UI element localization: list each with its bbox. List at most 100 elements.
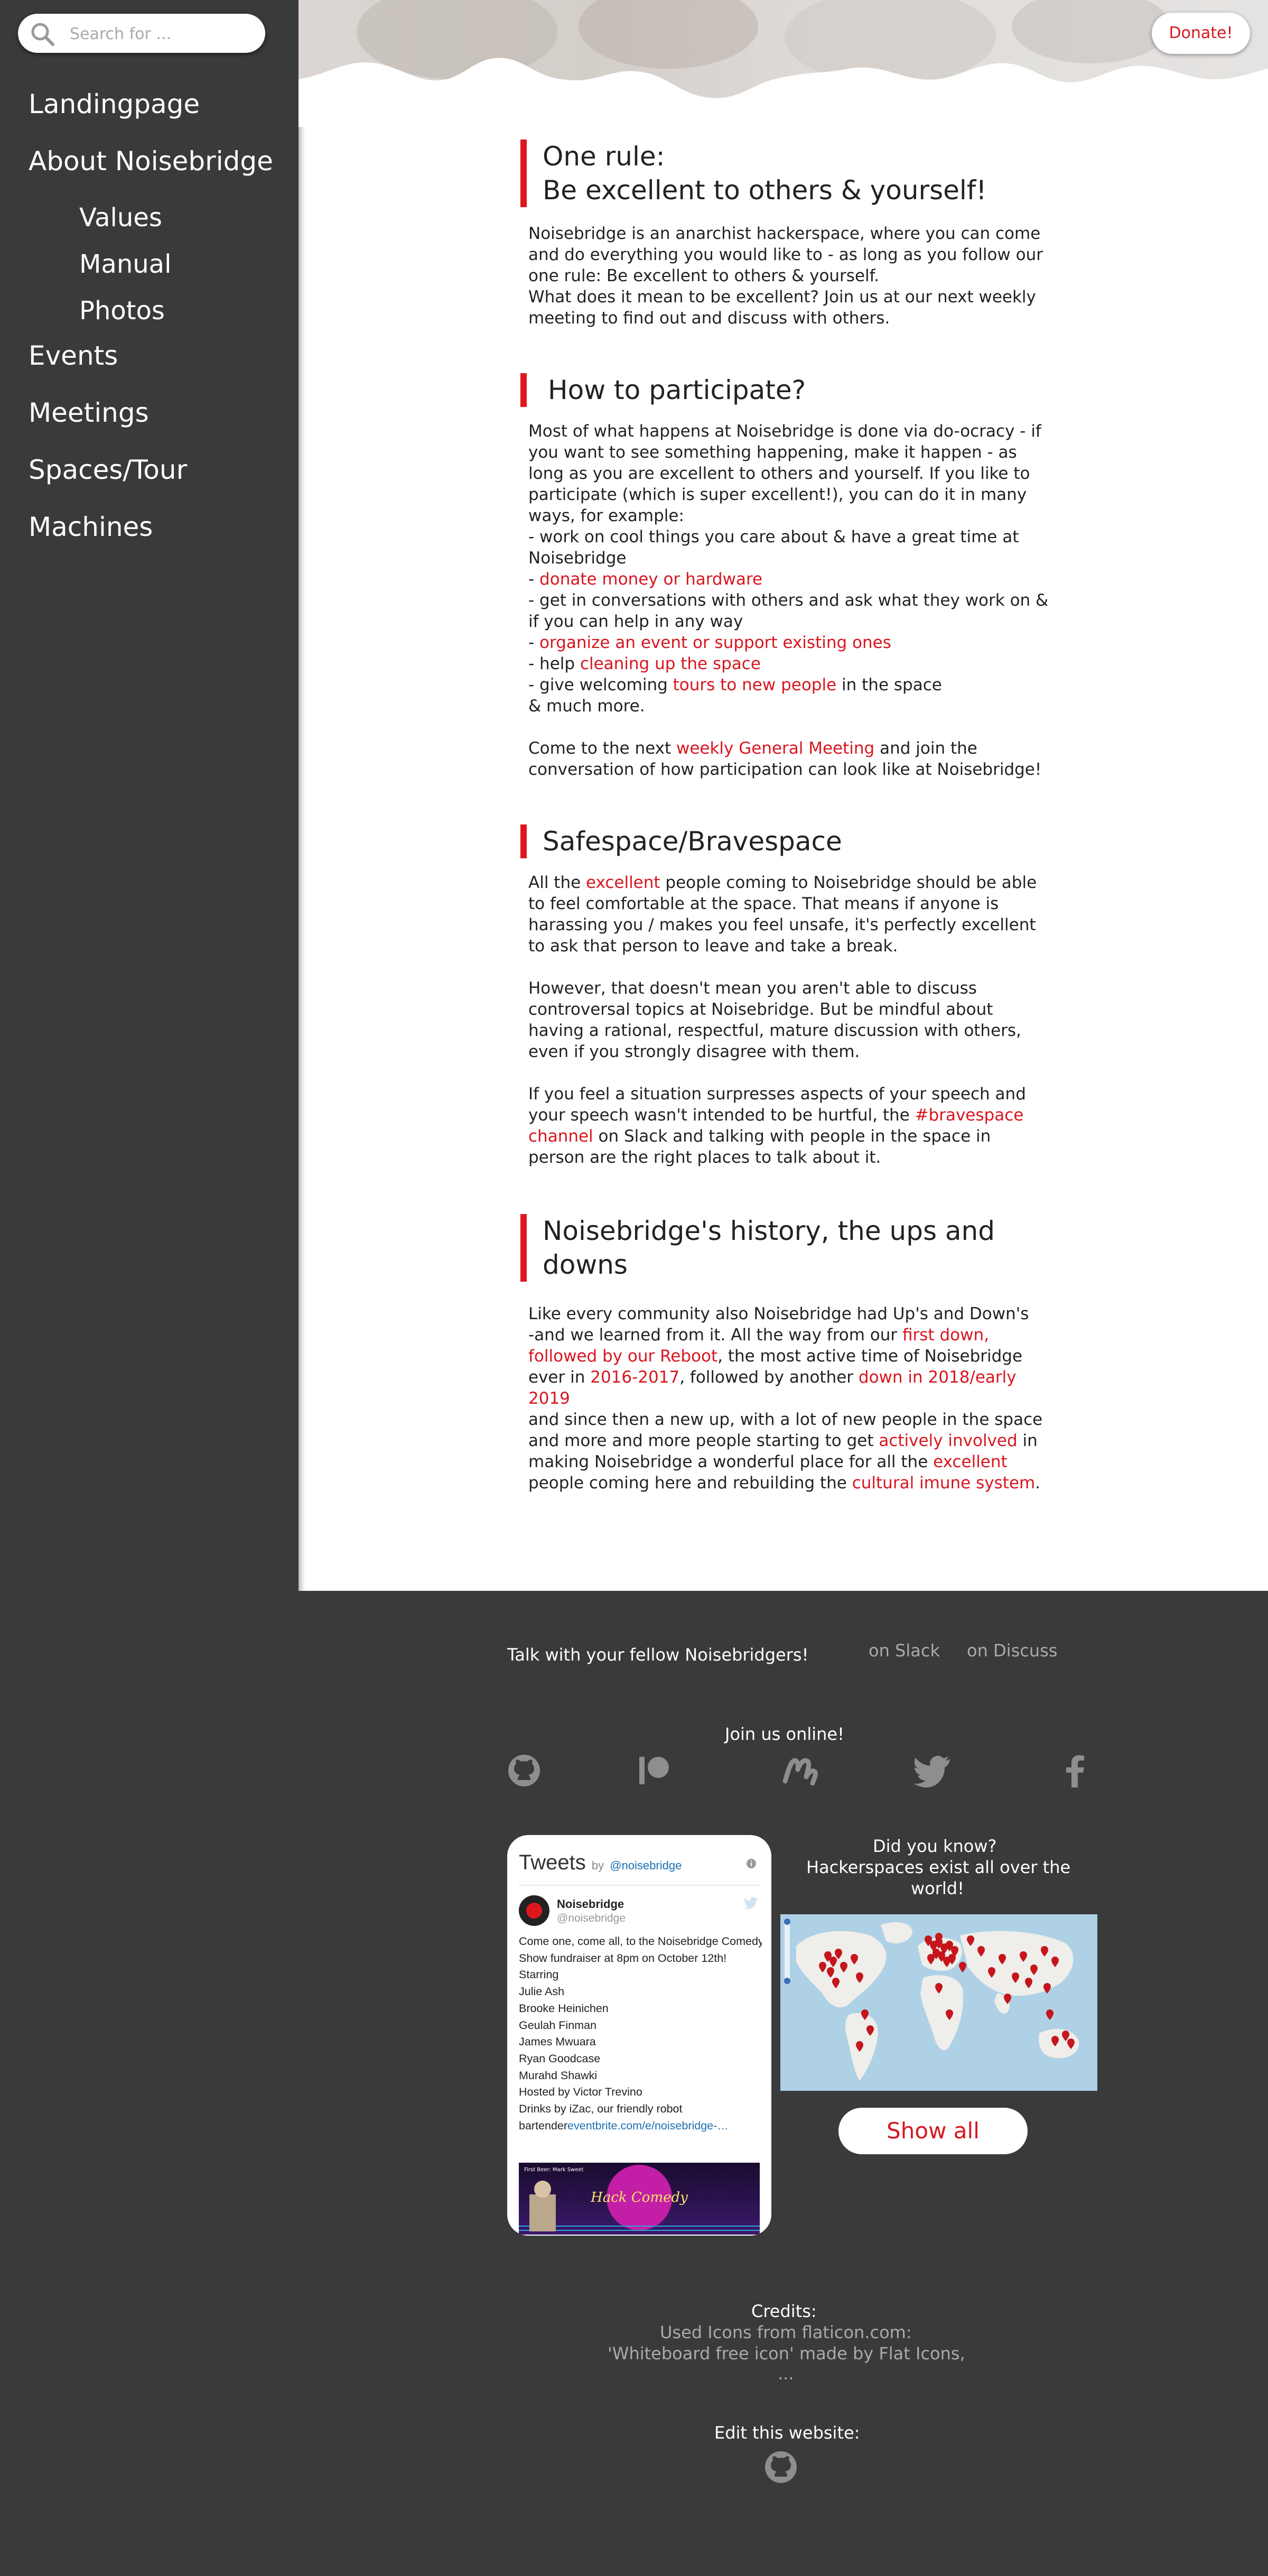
text: - help: [528, 654, 580, 673]
twitter-timeline-widget[interactable]: Tweets by @noisebridge Noisebridge @nois…: [507, 1835, 771, 2236]
did-you-know-line: Hackerspaces exist all over the: [806, 1857, 1071, 1877]
join-label: Join us online!: [725, 1724, 844, 1744]
tweet-image-small-text: First Beer: Mark Sweet: [524, 2167, 584, 2173]
text-line: & much more.: [528, 697, 645, 716]
text-line: If you feel a situation surpresses aspec…: [528, 1085, 1026, 1104]
github-icon[interactable]: [507, 1754, 541, 1787]
text-line: Noisebridge: [528, 549, 627, 568]
discuss-link[interactable]: on Discuss: [967, 1641, 1057, 1661]
text-line: - organize an event or support existing …: [528, 632, 1051, 653]
excellent-link[interactable]: excellent: [933, 1452, 1008, 1471]
tours-link[interactable]: tours to new people: [673, 675, 837, 694]
text: people coming to Noisebridge should be a…: [660, 873, 1037, 892]
cleaning-link[interactable]: cleaning up the space: [580, 654, 761, 673]
search-box[interactable]: [18, 14, 265, 53]
tweet-line: Ryan Goodcase: [519, 2052, 601, 2065]
tweet-line: Brooke Heinichen: [519, 2002, 609, 2015]
tweets-handle-link[interactable]: @noisebridge: [610, 1859, 682, 1872]
tweet-line: Drinks by iZac, our friendly robot: [519, 2102, 683, 2116]
sidebar-item-events[interactable]: Events: [29, 340, 118, 371]
tweet-line: bartendereventbrite.com/e/noisebridge-…: [519, 2118, 762, 2135]
text: , followed by another: [679, 1368, 859, 1387]
sidebar-item-landingpage[interactable]: Landingpage: [29, 89, 200, 119]
text-line: one rule: Be excellent to others & yours…: [528, 266, 880, 285]
twitter-bird-icon: [744, 1897, 758, 1909]
text: making Noisebridge a wonderful place for…: [528, 1452, 934, 1471]
text: your speech wasn't intended to be hurtfu…: [528, 1106, 915, 1125]
excellent-link[interactable]: excellent: [586, 873, 660, 892]
did-you-know-line: Did you know?: [873, 1836, 997, 1856]
credits-line: 'Whiteboard free icon' made by Flat Icon…: [608, 2343, 965, 2364]
sidebar-item-meetings[interactable]: Meetings: [29, 397, 149, 428]
tweet-author-handle[interactable]: @noisebridge: [557, 1912, 626, 1925]
first-down-link[interactable]: first down,: [902, 1326, 989, 1345]
text: -: [528, 633, 540, 652]
info-icon[interactable]: [746, 1858, 757, 1869]
donate-money-link[interactable]: donate money or hardware: [539, 570, 762, 589]
title-line: Safespace/Bravespace: [543, 826, 842, 857]
slack-link[interactable]: on Slack: [869, 1641, 940, 1661]
avatar[interactable]: [519, 1895, 549, 1926]
section-title-safespace: Safespace/Bravespace: [520, 824, 842, 858]
text: and more and more people starting to get: [528, 1431, 879, 1450]
text: ever in: [528, 1368, 591, 1387]
meetup-icon[interactable]: [782, 1754, 820, 1787]
search-icon: [31, 23, 54, 46]
text: bartender: [519, 2119, 568, 2132]
text-line: - work on cool things you care about & h…: [528, 527, 1019, 546]
tweet-text: Come one, come all, to the Noisebridge C…: [519, 1933, 762, 2134]
section-body-one-rule: Noisebridge is an anarchist hackerspace,…: [528, 223, 1051, 329]
search-input[interactable]: [69, 20, 250, 48]
title-line: Be excellent to others & yourself!: [543, 175, 987, 206]
text: All the: [528, 873, 586, 892]
bravespace-channel-link[interactable]: channel: [528, 1127, 593, 1146]
section-body-safespace: All the excellent people coming to Noise…: [528, 872, 1051, 1168]
sidebar-item-photos[interactable]: Photos: [79, 296, 165, 326]
reboot-link[interactable]: followed by our Reboot: [528, 1347, 717, 1366]
title-line: How to participate?: [548, 375, 806, 405]
divider: [519, 1885, 760, 1886]
text-line: meeting to find out and discuss with oth…: [528, 309, 890, 328]
general-meeting-link[interactable]: weekly General Meeting: [676, 739, 874, 758]
tweet-line: Julie Ash: [519, 1985, 565, 1998]
text-line: and since then a new up, with a lot of n…: [528, 1410, 1043, 1429]
cultural-immune-system-link[interactable]: cultural imune system: [852, 1474, 1035, 1493]
title-line: One rule:: [543, 141, 665, 172]
sidebar-item-machines[interactable]: Machines: [29, 512, 153, 542]
text-line: - give welcoming tours to new people in …: [528, 674, 1051, 696]
sidebar-item-manual[interactable]: Manual: [79, 249, 171, 279]
sidebar-item-about-noisebridge[interactable]: About Noisebridge: [29, 146, 273, 177]
show-all-button[interactable]: Show all: [838, 2108, 1028, 2154]
sidebar-item-spaces-tour[interactable]: Spaces/Tour: [29, 455, 187, 485]
text-line: channel on Slack and talking with people…: [528, 1126, 1051, 1147]
text: on Slack and talking with people in the …: [593, 1127, 991, 1146]
section-title-participate: How to participate?: [520, 373, 806, 407]
text-line: controversal topics at Noisebridge. But …: [528, 1000, 993, 1019]
facebook-icon[interactable]: [1059, 1754, 1093, 1787]
tweet-author-name[interactable]: Noisebridge: [557, 1897, 624, 1911]
text: -: [528, 570, 540, 589]
actively-involved-link[interactable]: actively involved: [879, 1431, 1017, 1450]
sidebar: Landingpage About Noisebridge Values Man…: [0, 0, 299, 2576]
tweet-image-text: Hack Comedy: [590, 2190, 688, 2206]
text: people coming here and rebuilding the: [528, 1474, 852, 1493]
twitter-icon[interactable]: [914, 1754, 952, 1787]
did-you-know-line: world!: [911, 1878, 964, 1898]
github-edit-icon[interactable]: [764, 2450, 798, 2484]
section-body-history: Like every community also Noisebridge ha…: [528, 1303, 1051, 1494]
edit-label: Edit this website:: [714, 2423, 860, 2443]
organize-event-link[interactable]: organize an event or support existing on…: [539, 633, 891, 652]
tweet-line: Show fundraiser at 8pm on October 12th!: [519, 1951, 727, 1965]
tweet-image[interactable]: Hack Comedy First Beer: Mark Sweet: [519, 2163, 760, 2235]
text: - give welcoming: [528, 675, 673, 694]
text-line: having a rational, respectful, mature di…: [528, 1021, 1021, 1040]
sidebar-item-values[interactable]: Values: [79, 203, 162, 233]
patreon-icon[interactable]: [637, 1754, 671, 1787]
hackerspaces-map[interactable]: [780, 1914, 1097, 2091]
active-time-link[interactable]: 2016-2017: [590, 1368, 679, 1387]
tweet-url-link[interactable]: eventbrite.com/e/noisebridge-…: [567, 2119, 729, 2132]
bravespace-channel-link[interactable]: #bravespace: [915, 1106, 1024, 1125]
text-line: All the excellent people coming to Noise…: [528, 872, 1051, 893]
donate-button[interactable]: Donate!: [1152, 13, 1250, 54]
